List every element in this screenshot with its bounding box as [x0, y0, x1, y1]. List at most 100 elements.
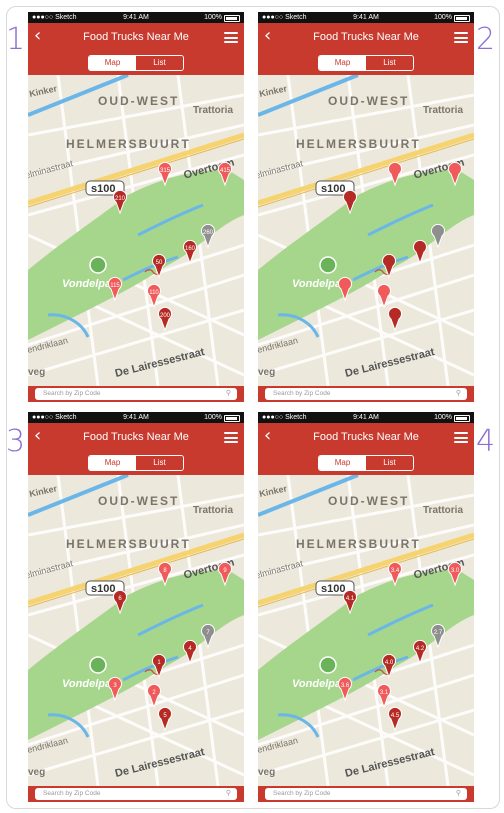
map-pin-label: 160: [185, 246, 196, 252]
search-bar: Search by Zip Code ⚲: [28, 386, 244, 402]
battery-percent: 100%: [434, 414, 452, 421]
map-pin-label: 4.5: [391, 713, 400, 719]
map-canvas[interactable]: OUD-WEST HELMERSBUURT Trattoria Overtoom…: [28, 73, 244, 387]
map-view[interactable]: OUD-WEST HELMERSBUURT Trattoria Overtoom…: [258, 473, 474, 787]
map-pin-label: 50: [156, 260, 163, 266]
search-icon: ⚲: [455, 790, 461, 797]
label-trattoria: Trattoria: [423, 105, 463, 116]
map-view[interactable]: OUD-WEST HELMERSBUURT Trattoria Overtoom…: [28, 73, 244, 387]
map-pin-label: 4.2: [416, 646, 425, 652]
zip-search-input[interactable]: Search by Zip Code ⚲: [265, 788, 467, 800]
segment-map[interactable]: Map: [319, 456, 366, 470]
map-view[interactable]: OUD-WEST HELMERSBUURT Trattoria Overtoom…: [28, 473, 244, 787]
segment-map[interactable]: Map: [319, 56, 366, 70]
zip-search-input[interactable]: Search by Zip Code ⚲: [35, 388, 237, 400]
segment-list[interactable]: List: [366, 456, 413, 470]
hamburger-menu-icon[interactable]: [454, 32, 468, 43]
map-pin-label: 4.0: [385, 660, 394, 666]
view-toggle: Map List: [28, 451, 244, 475]
status-bar: ●●●○○ Sketch 9:41 AM 100%: [258, 412, 474, 423]
map-pin-label: 2.7: [434, 630, 443, 636]
nav-bar: ‹ Food Trucks Near Me: [28, 23, 244, 51]
district-helmersbuurt: HELMERSBUURT: [296, 137, 421, 151]
segment-list[interactable]: List: [136, 56, 183, 70]
panel-index-4: 4: [476, 424, 496, 459]
page-title: Food Trucks Near Me: [313, 431, 419, 443]
map-pin-label: 3.4: [391, 568, 400, 574]
view-toggle: Map List: [258, 451, 474, 475]
phone-screen: ●●●○○ Sketch 9:41 AM 100% ‹ Food Trucks …: [258, 412, 474, 802]
battery-icon: [224, 415, 240, 422]
map-pin-label: 260: [203, 230, 214, 236]
page-title: Food Trucks Near Me: [83, 431, 189, 443]
phone-screen: ●●●○○ Sketch 9:41 AM 100% ‹ Food Trucks …: [28, 12, 244, 402]
search-bar: Search by Zip Code ⚲: [258, 786, 474, 802]
map-view[interactable]: OUD-WEST HELMERSBUURT Trattoria Overtoom…: [258, 73, 474, 387]
battery-icon: [454, 415, 470, 422]
map-pin-label: 3.0: [451, 568, 460, 574]
search-bar: Search by Zip Code ⚲: [28, 786, 244, 802]
map-canvas[interactable]: OUD-WEST HELMERSBUURT Trattoria Overtoom…: [258, 73, 474, 387]
map-pin-label: 210: [115, 196, 126, 202]
status-bar: ●●●○○ Sketch 9:41 AM 100%: [258, 12, 474, 23]
search-bar: Search by Zip Code ⚲: [258, 386, 474, 402]
search-placeholder: Search by Zip Code: [43, 790, 101, 797]
map-pin-label: 315: [160, 168, 171, 174]
battery-icon: [224, 15, 240, 22]
status-bar: ●●●○○ Sketch 9:41 AM 100%: [28, 412, 244, 423]
zip-search-input[interactable]: Search by Zip Code ⚲: [265, 388, 467, 400]
district-oud-west: OUD-WEST: [98, 94, 179, 108]
segment-map[interactable]: Map: [89, 456, 136, 470]
nav-bar: ‹ Food Trucks Near Me: [28, 423, 244, 451]
search-placeholder: Search by Zip Code: [43, 390, 101, 397]
label-trattoria: Trattoria: [423, 505, 463, 516]
view-toggle: Map List: [258, 51, 474, 75]
district-oud-west: OUD-WEST: [328, 494, 409, 508]
search-placeholder: Search by Zip Code: [273, 790, 331, 797]
hamburger-menu-icon[interactable]: [224, 32, 238, 43]
label-veg: veg: [28, 767, 45, 778]
page-title: Food Trucks Near Me: [313, 31, 419, 43]
district-helmersbuurt: HELMERSBUURT: [296, 537, 421, 551]
segment-list[interactable]: List: [136, 456, 183, 470]
segment-list[interactable]: List: [366, 56, 413, 70]
label-veg: veg: [28, 367, 45, 378]
district-helmersbuurt: HELMERSBUURT: [66, 537, 191, 551]
battery-percent: 100%: [204, 414, 222, 421]
zip-search-input[interactable]: Search by Zip Code ⚲: [35, 788, 237, 800]
map-pin-label: 415: [220, 168, 231, 174]
battery-percent: 100%: [434, 14, 452, 21]
nav-bar: ‹ Food Trucks Near Me: [258, 423, 474, 451]
phone-screen: ●●●○○ Sketch 9:41 AM 100% ‹ Food Trucks …: [28, 412, 244, 802]
svg-text:s100: s100: [91, 583, 115, 595]
label-veg: veg: [258, 367, 275, 378]
hamburger-menu-icon[interactable]: [224, 432, 238, 443]
map-canvas[interactable]: OUD-WEST HELMERSBUURT Trattoria Overtoom…: [258, 473, 474, 787]
segment-map[interactable]: Map: [89, 56, 136, 70]
battery-icon: [454, 15, 470, 22]
phone-screen: ●●●○○ Sketch 9:41 AM 100% ‹ Food Trucks …: [258, 12, 474, 402]
page-title: Food Trucks Near Me: [83, 31, 189, 43]
map-pin-label: 200: [160, 313, 171, 319]
panel-index-3: 3: [6, 424, 26, 459]
nav-bar: ‹ Food Trucks Near Me: [258, 23, 474, 51]
map-pin-label: 110: [149, 290, 159, 296]
label-trattoria: Trattoria: [193, 505, 233, 516]
map-pin-label: 115: [110, 283, 120, 289]
hamburger-menu-icon[interactable]: [454, 432, 468, 443]
panel-index-1: 1: [6, 22, 26, 57]
storyboard-canvas: 1 2 3 4 ●●●○○ Sketch 9:41 AM 100% ‹ Food…: [0, 0, 504, 813]
search-icon: ⚲: [455, 390, 461, 397]
label-trattoria: Trattoria: [193, 105, 233, 116]
search-icon: ⚲: [225, 790, 231, 797]
battery-percent: 100%: [204, 14, 222, 21]
district-helmersbuurt: HELMERSBUURT: [66, 137, 191, 151]
svg-text:s100: s100: [321, 583, 345, 595]
search-icon: ⚲: [225, 390, 231, 397]
map-pin-label: 3.1: [380, 690, 389, 696]
status-bar: ●●●○○ Sketch 9:41 AM 100%: [28, 12, 244, 23]
label-veg: veg: [258, 767, 275, 778]
svg-text:s100: s100: [91, 183, 115, 195]
map-pin-label: 3.6: [341, 683, 350, 689]
map-canvas[interactable]: OUD-WEST HELMERSBUURT Trattoria Overtoom…: [28, 473, 244, 787]
